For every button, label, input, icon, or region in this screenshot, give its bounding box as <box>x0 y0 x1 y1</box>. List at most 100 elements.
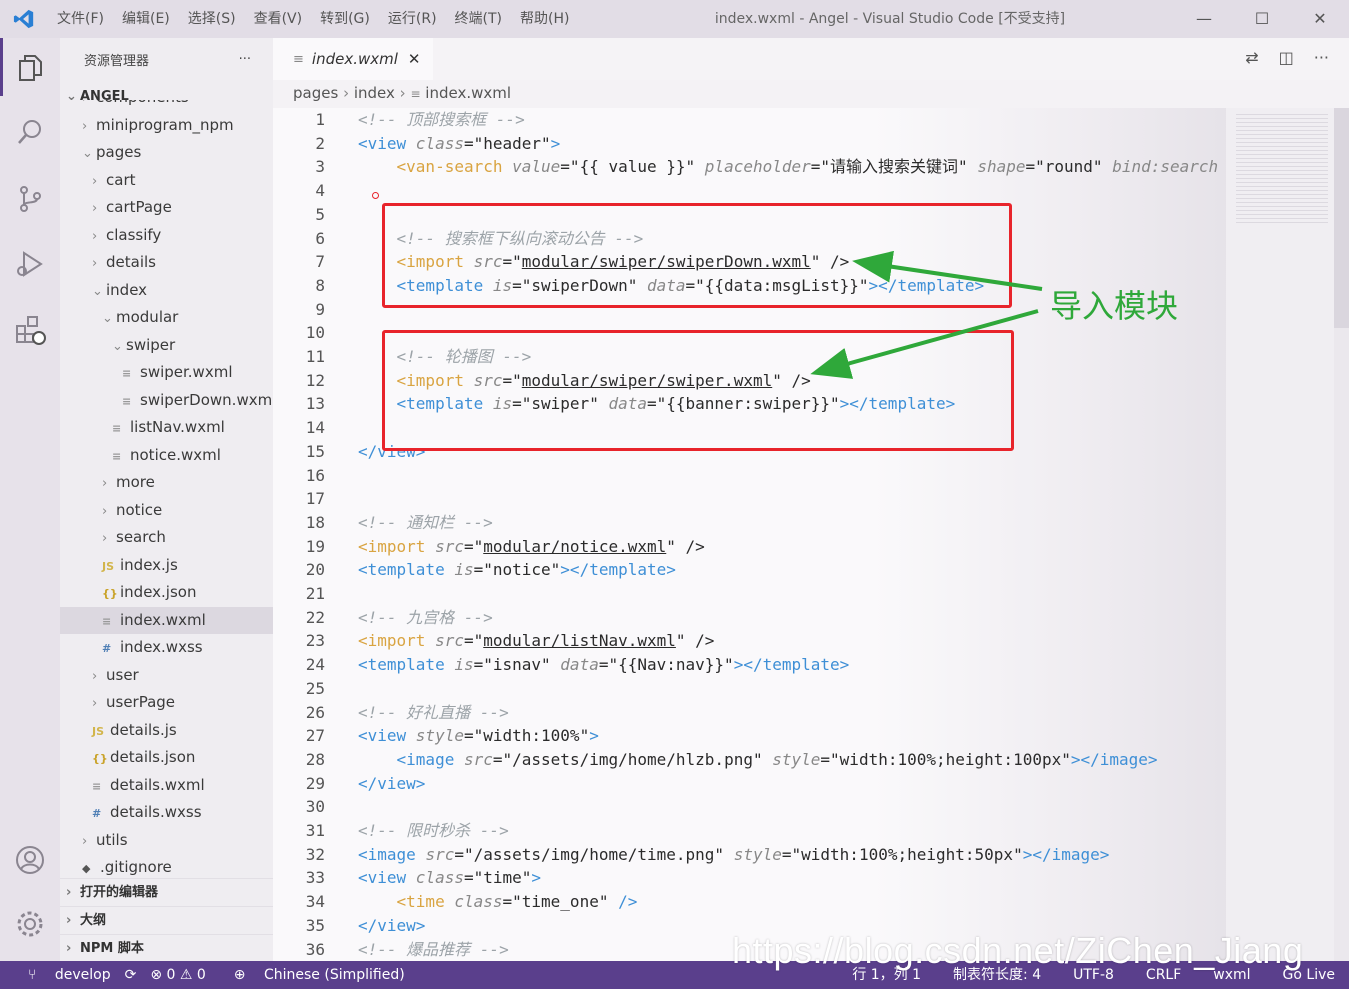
compare-changes-icon[interactable]: ⇄ <box>1245 48 1258 67</box>
tree-item[interactable]: › userPage <box>60 689 273 716</box>
tree-item[interactable]: ≡ notice.wxml <box>60 442 273 469</box>
tree-item[interactable]: › search <box>60 524 273 551</box>
tree-item[interactable]: ≡ swiper.wxml <box>60 359 273 386</box>
code-line[interactable]: 18 <!-- 通知栏 --> <box>273 511 1226 535</box>
code-line[interactable]: 32 <image src="/assets/img/home/time.png"… <box>273 843 1226 867</box>
code-token: <!-- 限时秒杀 --> <box>358 821 509 840</box>
line-number: 10 <box>305 323 325 343</box>
tree-item[interactable]: # details.wxss <box>60 799 273 826</box>
menu-view[interactable]: 查看(V) <box>245 0 312 38</box>
menu-terminal[interactable]: 终端(T) <box>446 0 511 38</box>
code-line[interactable]: 31 <!-- 限时秒杀 --> <box>273 819 1226 843</box>
code-line[interactable]: 24 <template is="isnav" data="{{Nav:nav}}… <box>273 653 1226 677</box>
tree-item[interactable]: ≡ listNav.wxml <box>60 414 273 441</box>
tree-item[interactable]: {} index.json <box>60 579 273 606</box>
tree-item[interactable]: › notice <box>60 497 273 524</box>
tree-item[interactable]: › details <box>60 249 273 276</box>
explorer-more-button[interactable]: ··· <box>239 52 251 67</box>
minimize-button[interactable]: — <box>1175 0 1233 38</box>
code-line[interactable]: 29 </view> <box>273 772 1226 796</box>
minimap[interactable] <box>1226 108 1334 961</box>
code-line[interactable]: 26 <!-- 好礼直播 --> <box>273 701 1226 725</box>
outline-section[interactable]: › 大纲 <box>60 906 273 934</box>
tree-item[interactable]: › cartPage <box>60 194 273 221</box>
menu-selection[interactable]: 选择(S) <box>179 0 245 38</box>
code-token: modular/notice.wxml <box>483 536 667 556</box>
branch-indicator[interactable]: ⑂ develop <box>14 967 111 983</box>
source-control-icon[interactable] <box>14 183 46 215</box>
highlight-box-swiper <box>382 330 1014 451</box>
code-line[interactable]: 1 <!-- 顶部搜索框 --> <box>273 108 1226 132</box>
code-line[interactable]: 4 <box>273 179 1226 203</box>
line-number: 21 <box>305 584 325 603</box>
code-line[interactable]: 33 <view class="time"> <box>273 866 1226 890</box>
tree-item[interactable]: ≡ swiperDown.wxml <box>60 387 273 414</box>
problems-indicator[interactable]: ⊗ 0 ⚠ 0 <box>150 967 205 983</box>
split-editor-icon[interactable]: ◫ <box>1279 48 1294 67</box>
run-debug-icon[interactable] <box>14 248 46 280</box>
tree-item-label: index <box>106 280 148 299</box>
scrollbar-thumb[interactable] <box>1334 108 1349 328</box>
tree-item[interactable]: ⌄ swiper <box>60 332 273 359</box>
code-line[interactable]: 2 <view class="header"> <box>273 132 1226 156</box>
extensions-icon[interactable] <box>14 313 46 345</box>
menu-help[interactable]: 帮助(H) <box>511 0 578 38</box>
code-line[interactable]: 16 <box>273 464 1226 488</box>
search-icon[interactable] <box>14 116 46 148</box>
tree-item[interactable]: ⌄ pages <box>60 139 273 166</box>
annotation-dot <box>372 192 379 199</box>
menu-run[interactable]: 运行(R) <box>379 0 446 38</box>
npm-scripts-section[interactable]: › NPM 脚本 <box>60 934 273 961</box>
language-indicator[interactable]: ⊕ Chinese (Simplified) <box>220 967 405 983</box>
tree-item[interactable]: ◆ .gitignore <box>60 854 273 880</box>
tree-item[interactable]: ⌄ modular <box>60 304 273 331</box>
code-line[interactable]: 3 <van-search value="{{ value }}" placeh… <box>273 155 1226 179</box>
tree-item[interactable]: › more <box>60 469 273 496</box>
code-token: ="width:100%;height:100px" <box>820 749 1071 769</box>
code-line[interactable]: 22 <!-- 九宫格 --> <box>273 606 1226 630</box>
code-text: <!-- 通知栏 --> <box>358 511 493 535</box>
tree-item[interactable]: {} details.json <box>60 744 273 771</box>
tab-index-wxml[interactable]: ≡ index.wxml ✕ <box>273 38 433 80</box>
code-text: <view class="header"> <box>358 132 560 156</box>
tree-item[interactable]: ›components <box>60 100 273 111</box>
tree-item[interactable]: ≡ details.wxml <box>60 772 273 799</box>
code-line[interactable]: 30 <box>273 795 1226 819</box>
code-line[interactable]: 25 <box>273 677 1226 701</box>
tree-item[interactable]: › cart <box>60 167 273 194</box>
close-window-button[interactable]: ✕ <box>1291 0 1349 38</box>
breadcrumb-pages[interactable]: pages <box>293 84 338 102</box>
explorer-icon[interactable] <box>14 52 46 84</box>
sync-button[interactable]: ⟳ <box>125 967 137 983</box>
accounts-icon[interactable] <box>14 844 46 876</box>
menu-file[interactable]: 文件(F) <box>48 0 113 38</box>
code-line[interactable]: 19 <import src="modular/notice.wxml" /> <box>273 535 1226 559</box>
vertical-scrollbar[interactable] <box>1334 108 1349 961</box>
tree-item[interactable]: › classify <box>60 222 273 249</box>
tree-item[interactable]: › miniprogram_npm <box>60 112 273 139</box>
maximize-button[interactable]: ☐ <box>1233 0 1291 38</box>
tab-close-button[interactable]: ✕ <box>408 50 421 68</box>
more-actions-icon[interactable]: ··· <box>1314 48 1329 67</box>
tree-item[interactable]: ≡ index.wxml <box>60 606 273 634</box>
code-line[interactable]: 21 <box>273 582 1226 606</box>
tree-item[interactable]: JS index.js <box>60 552 273 579</box>
tree-item[interactable]: # index.wxss <box>60 634 273 661</box>
menu-edit[interactable]: 编辑(E) <box>113 0 179 38</box>
code-line[interactable]: 23 <import src="modular/listNav.wxml" /> <box>273 629 1226 653</box>
tree-item[interactable]: › utils <box>60 827 273 854</box>
tree-item[interactable]: ⌄ index <box>60 277 273 304</box>
breadcrumb-index[interactable]: index <box>354 84 395 102</box>
code-line[interactable]: 20 <template is="notice"></template> <box>273 558 1226 582</box>
code-line[interactable]: 17 <box>273 487 1226 511</box>
code-line[interactable]: 28 <image src="/assets/img/home/hlzb.png… <box>273 748 1226 772</box>
tree-item[interactable]: JS details.js <box>60 717 273 744</box>
tree-item[interactable]: › user <box>60 662 273 689</box>
settings-gear-icon[interactable] <box>14 908 46 940</box>
menu-goto[interactable]: 转到(G) <box>311 0 379 38</box>
open-editors-section[interactable]: › 打开的编辑器 <box>60 878 273 906</box>
code-token: <import <box>358 536 436 556</box>
breadcrumb-file[interactable]: index.wxml <box>425 84 511 102</box>
code-line[interactable]: 27 <view style="width:100%"> <box>273 724 1226 748</box>
code-line[interactable]: 34 <time class="time_one" /> <box>273 890 1226 914</box>
